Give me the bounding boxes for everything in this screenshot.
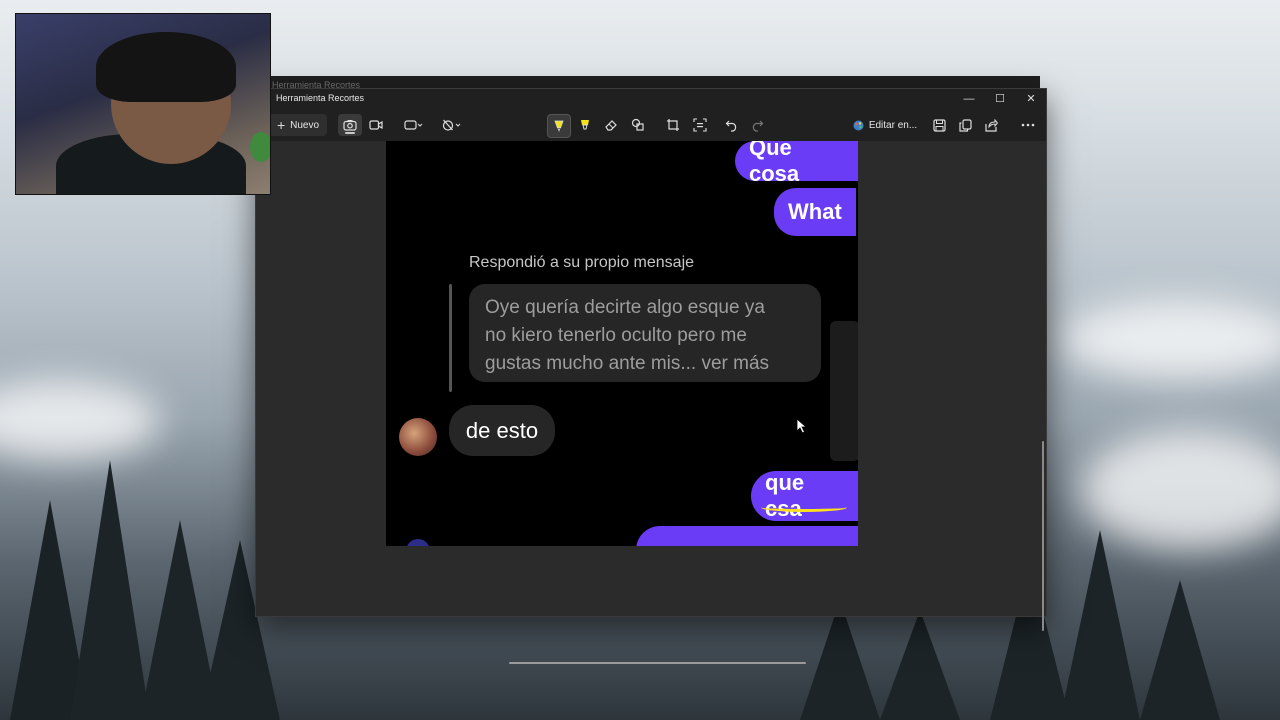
eraser-button[interactable]: [600, 114, 622, 136]
rectangle-mode-icon: [404, 119, 424, 131]
toolbar: + Nuevo Editar en...: [256, 109, 1046, 141]
captured-screenshot[interactable]: Que cosa What Respondió a su propio mens…: [386, 141, 858, 546]
title-bar[interactable]: Herramienta Recortes — ☐ ✕: [256, 89, 1046, 109]
person-hair: [96, 32, 236, 102]
mouse-cursor-icon: [796, 418, 808, 434]
save-icon: [932, 118, 946, 132]
highlighter-button[interactable]: [574, 114, 596, 136]
more-options-button[interactable]: [1016, 114, 1040, 136]
camera-icon: [343, 119, 357, 131]
undo-button[interactable]: [721, 114, 743, 136]
save-button[interactable]: [928, 114, 950, 136]
more-icon: [1021, 123, 1035, 127]
record-mode-button[interactable]: [364, 114, 388, 136]
copy-button[interactable]: [954, 114, 976, 136]
shapes-button[interactable]: [627, 114, 649, 136]
video-icon: [369, 119, 383, 131]
quoted-message: Oye quería decirte algo esque ya no kier…: [469, 284, 821, 382]
vertical-scrollbar[interactable]: [1042, 441, 1044, 631]
plus-icon: +: [276, 117, 286, 133]
eraser-icon: [604, 118, 618, 132]
avatar-partial: [406, 539, 430, 546]
highlighter-icon: [578, 118, 592, 132]
quoted-line: Oye quería decirte algo esque ya: [485, 297, 765, 318]
side-thumbnail: [830, 321, 858, 461]
screenshot-mode-button[interactable]: [338, 114, 362, 136]
chat-bubble-outgoing-partial: [636, 526, 858, 546]
share-icon: [984, 118, 998, 132]
new-snip-button[interactable]: + Nuevo: [269, 114, 327, 136]
ballpoint-pen-button[interactable]: [547, 114, 571, 138]
edit-in-paint-button[interactable]: Editar en...: [852, 114, 918, 136]
snipping-tool-window: Herramienta Recortes — ☐ ✕ + Nuevo Edita…: [255, 88, 1047, 664]
minimize-button[interactable]: —: [954, 90, 984, 108]
ballpoint-pen-icon: [552, 119, 566, 133]
chat-bubble-incoming: de esto: [449, 405, 555, 456]
snip-canvas[interactable]: Que cosa What Respondió a su propio mens…: [256, 141, 1046, 664]
maximize-button[interactable]: ☐: [985, 90, 1015, 108]
text-actions-icon: [693, 118, 707, 132]
quoted-line: gustas mucho ante mis... ver más: [485, 353, 770, 374]
reply-label: Respondió a su propio mensaje: [469, 254, 695, 271]
share-button[interactable]: [980, 114, 1002, 136]
delay-dropdown[interactable]: [438, 114, 466, 136]
close-button[interactable]: ✕: [1016, 90, 1046, 108]
redo-icon: [750, 118, 764, 132]
avatar: [399, 418, 437, 456]
text-actions-button[interactable]: [689, 114, 711, 136]
highlighter-stroke: [761, 503, 847, 512]
edit-in-label: Editar en...: [868, 119, 918, 131]
redo-button[interactable]: [746, 114, 768, 136]
timer-off-icon: [442, 119, 462, 131]
chat-bubble-outgoing: Que cosa: [735, 141, 858, 186]
quoted-line: no kiero tenerlo oculto pero me: [485, 325, 747, 346]
active-indicator: [345, 132, 355, 134]
crop-icon: [666, 118, 680, 132]
horizontal-scrollbar[interactable]: [509, 662, 806, 664]
webcam-overlay: [15, 13, 271, 195]
window-title: Herramienta Recortes: [276, 93, 365, 103]
reply-indicator-line: [449, 284, 452, 392]
copy-icon: [958, 118, 972, 132]
undo-icon: [725, 118, 739, 132]
chat-bubble-outgoing: que csa: [751, 470, 858, 521]
shapes-icon: [631, 118, 645, 132]
plant-icon: [250, 132, 270, 162]
paint-icon: [853, 120, 864, 131]
snip-shape-dropdown[interactable]: [400, 114, 428, 136]
new-snip-label: Nuevo: [290, 119, 320, 131]
crop-button[interactable]: [662, 114, 684, 136]
chat-bubble-outgoing: What: [774, 188, 856, 236]
